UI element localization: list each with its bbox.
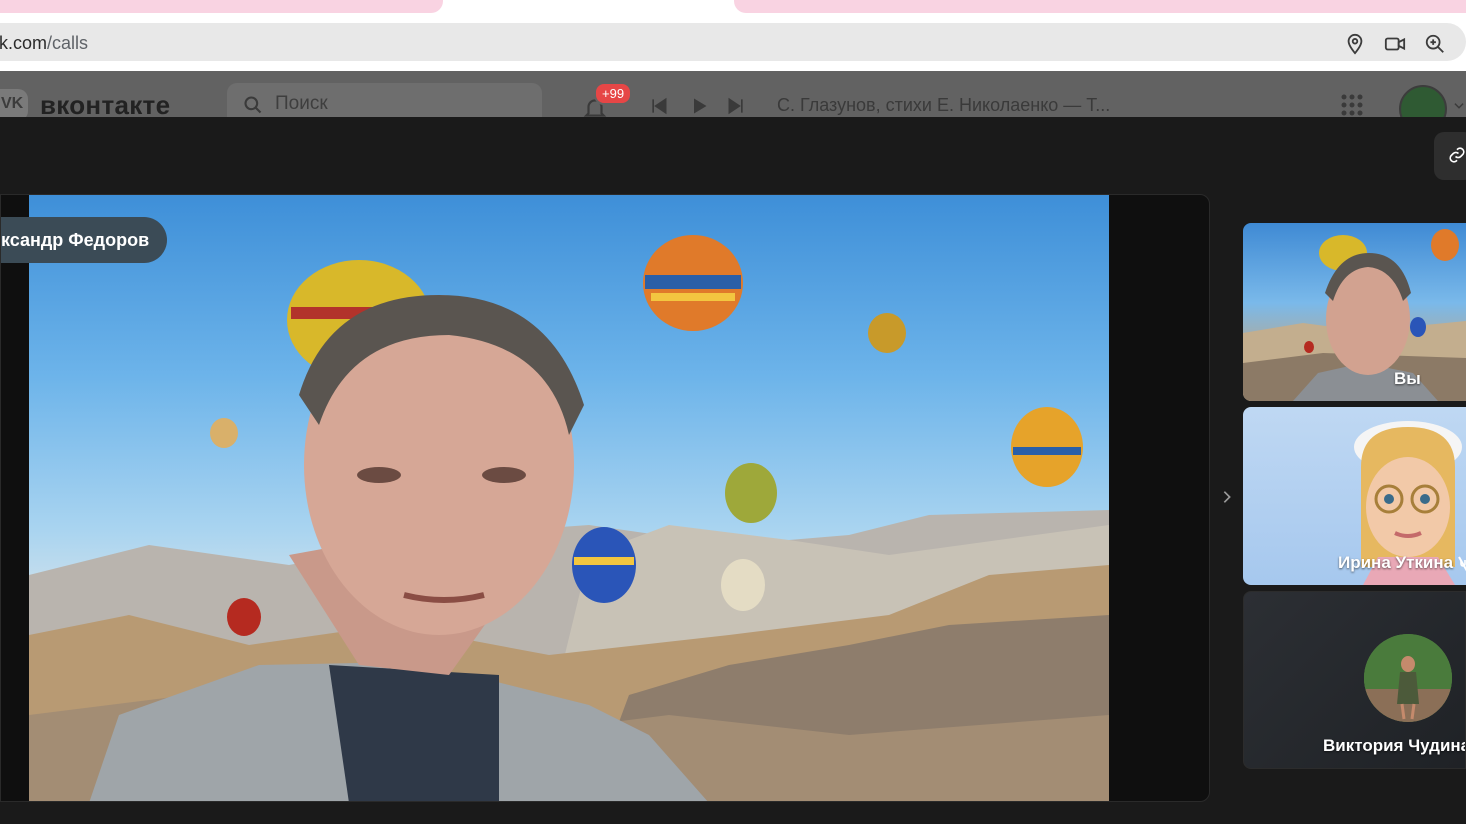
chrome-divider (0, 63, 1466, 71)
participant-tile[interactable]: Виктория Чудина (1243, 591, 1466, 769)
participant-avatar-photo (1364, 634, 1452, 722)
participant-label: Виктория Чудина (1323, 736, 1466, 755)
play-icon[interactable] (689, 96, 709, 116)
search-icon (244, 96, 262, 114)
now-playing-title[interactable]: С. Глазунов, стихи Е. Николаенко — Т... (777, 95, 1110, 116)
speaker-video[interactable] (29, 195, 1109, 801)
participant-label: Вы (1394, 369, 1421, 388)
search-input[interactable]: Поиск (227, 83, 542, 117)
search-placeholder: Поиск (275, 93, 328, 114)
url-input[interactable]: vk.com/calls (0, 23, 1466, 61)
vk-brand[interactable]: вконтакте (40, 90, 170, 117)
speaker-video-frame (29, 235, 1109, 801)
participant-tile-self[interactable]: Вы (1243, 223, 1466, 401)
chevron-right-icon[interactable] (1219, 489, 1235, 505)
browser-tab[interactable] (734, 0, 1466, 13)
apps-grid-icon[interactable] (1340, 93, 1364, 117)
camera-icon[interactable] (1384, 33, 1406, 55)
browser-tab-strip (0, 0, 1466, 21)
notification-badge: +99 (594, 82, 633, 105)
url-text: vk.com/calls (0, 33, 88, 54)
zoom-icon[interactable] (1424, 33, 1446, 55)
vk-header: VK вконтакте Поиск +99 С. Глазунов, стих… (0, 71, 1466, 117)
url-host: vk.com (0, 33, 48, 53)
copy-link-button[interactable] (1434, 132, 1466, 180)
speaker-name-badge: ксандр Федоров (1, 217, 168, 263)
vk-logo-icon[interactable]: VK (0, 89, 28, 117)
main-video-stage: ксандр Федоров (0, 194, 1210, 802)
call-area: ксандр Федоров Вы Ирина Уткина Виктория … (0, 117, 1466, 824)
link-icon (1449, 147, 1465, 163)
chevron-down-icon[interactable] (1452, 99, 1466, 113)
previous-track-icon[interactable] (649, 96, 669, 116)
url-path: /calls (47, 33, 89, 53)
location-icon[interactable] (1344, 33, 1366, 55)
self-video-frame (1243, 229, 1466, 401)
browser-address-bar: vk.com/calls (0, 21, 1466, 63)
participant-label: Ирина Уткина (1338, 553, 1454, 572)
profile-avatar[interactable] (1399, 85, 1447, 117)
muted-microphone-icon (1458, 556, 1466, 572)
next-track-icon[interactable] (726, 96, 746, 116)
participant-tile[interactable]: Ирина Уткина (1243, 407, 1466, 585)
browser-tab[interactable] (0, 0, 443, 13)
participant-avatar (1364, 634, 1452, 722)
